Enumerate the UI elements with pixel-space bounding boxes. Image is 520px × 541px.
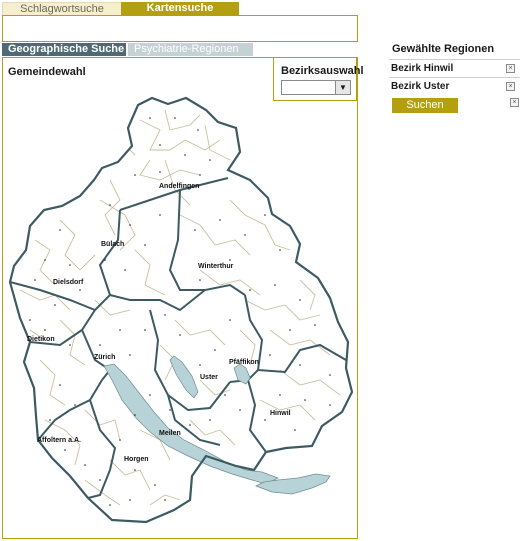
district-label-hinwil[interactable]: Hinwil bbox=[270, 410, 291, 417]
district-select[interactable]: ▼ bbox=[281, 80, 351, 95]
district-label-andelfingen[interactable]: Andelfingen bbox=[159, 183, 199, 190]
chevron-down-icon[interactable]: ▼ bbox=[335, 81, 350, 94]
district-label-dielsdorf[interactable]: Dielsdorf bbox=[53, 279, 84, 286]
district-label-zuerich[interactable]: Zürich bbox=[94, 354, 115, 361]
search-button[interactable]: Suchen bbox=[392, 98, 458, 113]
district-select-label: Bezirksauswahl bbox=[281, 65, 364, 77]
district-label-uster[interactable]: Uster bbox=[200, 374, 218, 381]
district-label-pfaeffikon[interactable]: Pfäffikon bbox=[229, 359, 259, 366]
close-box-icon[interactable]: × bbox=[506, 82, 515, 91]
district-label-affoltern[interactable]: Affoltern a.A. bbox=[37, 437, 81, 444]
close-box-icon[interactable]: × bbox=[506, 64, 515, 73]
selected-region-label: Bezirk Hinwil bbox=[391, 63, 454, 74]
district-label-winterthur[interactable]: Winterthur bbox=[198, 263, 234, 270]
selected-regions-title: Gewählte Regionen bbox=[392, 43, 495, 55]
close-box-icon[interactable]: × bbox=[510, 98, 519, 107]
district-label-buelach[interactable]: Bülach bbox=[101, 241, 124, 248]
selected-region-item: Bezirk Uster × bbox=[389, 77, 520, 95]
selected-region-item: Bezirk Hinwil × bbox=[389, 59, 520, 77]
district-label-dietikon[interactable]: Dietikon bbox=[27, 336, 55, 343]
district-label-meilen[interactable]: Meilen bbox=[159, 430, 181, 437]
selected-region-label: Bezirk Uster bbox=[391, 81, 450, 92]
district-label-horgen[interactable]: Horgen bbox=[124, 456, 149, 463]
